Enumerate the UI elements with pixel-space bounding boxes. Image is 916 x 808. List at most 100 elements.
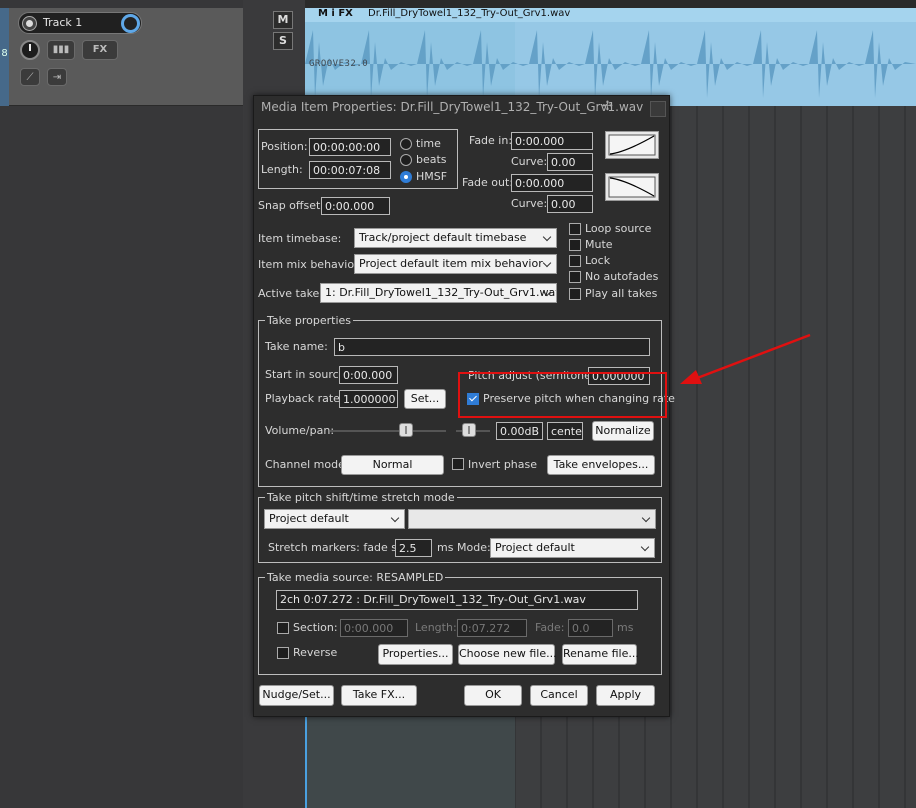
start-in-source-field[interactable]: 0:00.000 — [339, 366, 398, 384]
time-radio[interactable] — [400, 138, 412, 150]
close-icon[interactable] — [650, 101, 666, 117]
pan-field[interactable]: center — [547, 422, 583, 440]
set-rate-button[interactable]: Set... — [404, 389, 446, 409]
reverse-label: Reverse — [293, 646, 338, 659]
fade-out-field[interactable]: 0:00.000 — [511, 174, 593, 192]
ruler[interactable] — [305, 0, 916, 8]
rename-file-button[interactable]: Rename file... — [562, 644, 639, 665]
snap-offset-field[interactable]: 0:00.000 — [321, 197, 390, 215]
nudge-set-button[interactable]: Nudge/Set... — [259, 685, 334, 706]
fade-out-label: Fade out: — [462, 176, 514, 189]
section-fade-label: Fade: — [535, 621, 565, 634]
fx-button[interactable]: FX — [82, 40, 118, 60]
volume-pan-label: Volume/pan: — [265, 424, 335, 437]
section-fade-field[interactable]: 0.0 — [568, 619, 613, 637]
channel-mode-label: Channel mode: — [265, 458, 349, 471]
item-timebase-select[interactable]: Track/project default timebase — [354, 228, 557, 248]
fade-out-curve-field[interactable]: 0.00 — [547, 195, 593, 213]
length-field[interactable]: 00:00:07:08 — [309, 161, 391, 179]
loop-source-label: Loop source — [585, 222, 652, 235]
play-all-takes-checkbox[interactable] — [569, 288, 581, 300]
playback-rate-label: Playback rate: — [265, 392, 344, 405]
dialog-title: Media Item Properties: Dr.Fill_DryTowel1… — [261, 100, 644, 114]
take-name-label: Take name: — [265, 340, 328, 353]
track-name-field[interactable]: Track 1 — [18, 12, 142, 34]
pitch-submode-select[interactable] — [408, 509, 656, 529]
volume-knob-icon[interactable] — [20, 40, 40, 60]
time-radio-label: time — [416, 137, 441, 150]
fade-in-label: Fade in: — [469, 134, 513, 147]
fade-out-shape-button[interactable] — [605, 173, 659, 201]
position-field[interactable]: 00:00:00:00 — [309, 138, 391, 156]
section-start-field[interactable]: 0:00.000 — [340, 619, 408, 637]
hmsf-radio-label: HMSF — [416, 170, 448, 183]
envelope-icon[interactable]: ⟋ — [20, 68, 40, 86]
start-in-source-label: Start in source: — [265, 368, 350, 381]
normalize-button[interactable]: Normalize — [592, 421, 654, 441]
highlight-box — [458, 372, 667, 418]
loop-source-checkbox[interactable] — [569, 223, 581, 235]
stretch-mode-select[interactable]: Project default — [490, 538, 655, 558]
pitch-mode-select[interactable]: Project default — [264, 509, 405, 529]
fade-in-curve-field[interactable]: 0.00 — [547, 153, 593, 171]
pin-icon[interactable]: ✢ — [602, 99, 613, 114]
stretch-fade-label: Stretch markers: fade size: — [268, 541, 417, 554]
invert-phase-label: Invert phase — [468, 458, 538, 471]
item-mix-label: Item mix behavior: — [258, 258, 363, 271]
beats-radio-label: beats — [416, 153, 447, 166]
stretch-mode-label: Mode: — [457, 541, 491, 554]
choose-new-file-button[interactable]: Choose new file... — [458, 644, 557, 665]
take-envelopes-button[interactable]: Take envelopes... — [547, 455, 655, 475]
properties-button[interactable]: Properties... — [378, 644, 453, 665]
section-label: Section: — [293, 621, 338, 634]
input-icon[interactable]: ⇥ — [47, 68, 67, 86]
fade-in-field[interactable]: 0:00.000 — [511, 132, 593, 150]
item-icons[interactable]: M i FX — [318, 8, 353, 19]
fade-out-curve-label: Curve: — [511, 197, 548, 210]
volume-slider-thumb[interactable] — [399, 423, 413, 437]
snap-offset-label: Snap offset: — [258, 199, 324, 212]
playback-rate-field[interactable]: 1.000000 — [339, 390, 398, 408]
take-name-field[interactable]: b — [334, 338, 650, 356]
section-checkbox[interactable] — [277, 622, 289, 634]
track-number: 8 — [1, 48, 8, 59]
media-source-title: Take media source: RESAMPLED — [265, 571, 446, 584]
active-take-select[interactable]: 1: Dr.Fill_DryTowel1_132_Try-Out_Grv1.wa… — [320, 283, 557, 303]
record-arm-icon[interactable] — [22, 16, 37, 31]
fade-in-shape-button[interactable] — [605, 131, 659, 159]
pan-knob-icon[interactable] — [121, 14, 140, 33]
section-length-field[interactable]: 0:07.272 — [457, 619, 527, 637]
item-mix-select[interactable]: Project default item mix behavior — [354, 254, 557, 274]
fx-label: FX — [92, 44, 108, 55]
channel-mode-button[interactable]: Normal — [341, 455, 444, 475]
section-ms-label: ms — [617, 621, 634, 634]
track-name-label: Track 1 — [43, 16, 83, 29]
mute-checkbox[interactable] — [569, 239, 581, 251]
volume-slider-track[interactable] — [330, 430, 446, 432]
take-fx-button[interactable]: Take FX... — [341, 685, 417, 706]
pitch-shift-title: Take pitch shift/time stretch mode — [265, 491, 457, 504]
reverse-checkbox[interactable] — [277, 647, 289, 659]
pan-slider-thumb[interactable] — [462, 423, 476, 437]
stretch-ms-label: ms — [437, 541, 454, 554]
solo-button[interactable]: S — [273, 32, 293, 50]
play-all-takes-label: Play all takes — [585, 287, 658, 300]
media-source-field[interactable]: 2ch 0:07.272 : Dr.Fill_DryTowel1_132_Try… — [276, 590, 638, 610]
section-length-label: Length: — [415, 621, 457, 634]
annotation-arrow-icon — [680, 333, 811, 384]
mute-button[interactable]: M — [273, 11, 293, 29]
cancel-button[interactable]: Cancel — [530, 685, 588, 706]
volume-db-field[interactable]: 0.00dB — [496, 422, 543, 440]
io-button[interactable]: ▮▮▮ — [47, 40, 75, 60]
invert-phase-checkbox[interactable] — [452, 458, 464, 470]
hmsf-radio[interactable] — [400, 171, 412, 183]
no-autofades-checkbox[interactable] — [569, 271, 581, 283]
ok-button[interactable]: OK — [464, 685, 522, 706]
length-label: Length: — [261, 163, 303, 176]
apply-button[interactable]: Apply — [596, 685, 655, 706]
media-item-title: Dr.Fill_DryTowel1_132_Try-Out_Grv1.wav — [368, 8, 571, 19]
stretch-fade-field[interactable]: 2.5 — [395, 539, 432, 557]
active-take-label: Active take: — [258, 287, 324, 300]
beats-radio[interactable] — [400, 154, 412, 166]
lock-checkbox[interactable] — [569, 255, 581, 267]
